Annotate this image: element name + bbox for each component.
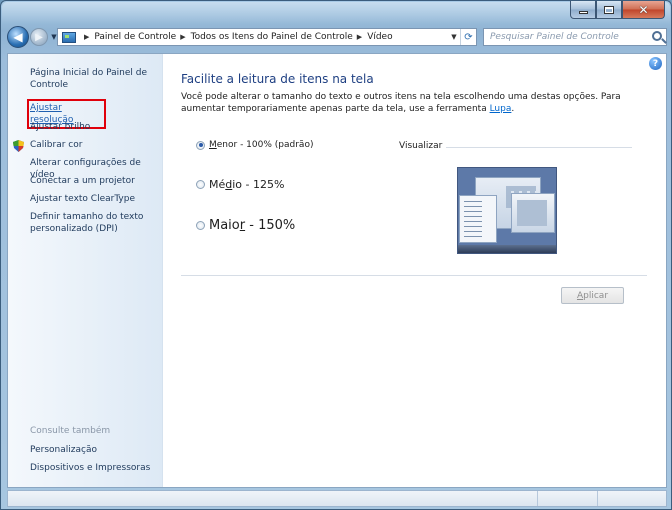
divider	[181, 275, 647, 276]
option-medio-label[interactable]: Médio - 125%	[209, 178, 284, 191]
preview-window	[459, 195, 497, 243]
chevron-right-icon[interactable]: ▶	[180, 33, 185, 41]
preview-image	[457, 167, 557, 254]
status-bar	[7, 490, 667, 507]
page-title: Facilite a leitura de itens na tela	[181, 72, 374, 86]
preview-window-content	[517, 200, 547, 226]
option-maior-label[interactable]: Maior - 150%	[209, 218, 295, 233]
option-menor-post: enor - 100% (padrão)	[216, 140, 314, 150]
option-menor-label[interactable]: Menor - 100% (padrão)	[209, 140, 313, 150]
maximize-button[interactable]	[596, 1, 622, 19]
address-bar-controls: ▼ ⟳	[448, 29, 476, 45]
preview-text-lines	[464, 201, 482, 237]
preview-window	[511, 193, 555, 233]
option-menor-accel: M	[209, 140, 217, 150]
description-text: Você pode alterar o tamanho do texto e o…	[181, 92, 621, 114]
sidebar-item-ajustar-brilho[interactable]: Ajustar brilho	[30, 121, 160, 133]
minimize-button[interactable]	[570, 1, 596, 19]
option-medio[interactable]: Médio - 125%	[196, 178, 284, 191]
chevron-right-icon[interactable]: ▶	[357, 33, 362, 41]
option-medio-post: io - 125%	[232, 178, 285, 191]
refresh-icon[interactable]: ⟳	[460, 29, 476, 45]
apply-button-label: plicar	[583, 290, 609, 301]
content-area: Página Inicial do Painel de Controle Aju…	[7, 53, 667, 488]
breadcrumb-video[interactable]: Vídeo	[367, 32, 392, 42]
description: Você pode alterar o tamanho do texto e o…	[181, 91, 641, 115]
lupa-link[interactable]: Lupa	[490, 104, 512, 114]
option-medio-pre: Mé	[209, 178, 226, 191]
address-bar[interactable]: ▶ Painel de Controle ▶ Todos os Itens do…	[57, 28, 477, 46]
caption-buttons: ✕	[570, 1, 665, 19]
window: ✕ ◀ ▶ ▼ ▶ Painel de Controle ▶ Todos os …	[0, 0, 672, 510]
description-period: .	[511, 104, 515, 114]
sidebar-item-home[interactable]: Página Inicial do Painel de Controle	[30, 67, 160, 91]
sidebar-item-dpi[interactable]: Definir tamanho do texto personalizado (…	[30, 211, 160, 235]
breadcrumb-painel-de-controle[interactable]: Painel de Controle	[94, 32, 176, 42]
breadcrumb-todos-os-itens[interactable]: Todos os Itens do Painel de Controle	[191, 32, 353, 42]
preview-taskbar	[458, 245, 556, 253]
forward-arrow-icon: ▶	[35, 31, 43, 43]
apply-button[interactable]: Aplicar	[561, 287, 624, 304]
status-bar-cell	[538, 491, 598, 506]
option-maior[interactable]: Maior - 150%	[196, 218, 295, 233]
forward-button[interactable]: ▶	[30, 28, 48, 46]
option-menor[interactable]: Menor - 100% (padrão)	[196, 140, 313, 150]
main-panel: ? Facilite a leitura de itens na tela Vo…	[164, 54, 666, 487]
sidebar: Página Inicial do Painel de Controle Aju…	[8, 54, 163, 487]
shield-icon	[13, 140, 24, 152]
address-dropdown-icon[interactable]: ▼	[448, 33, 460, 41]
status-bar-cell	[598, 491, 666, 506]
back-arrow-icon: ◀	[13, 30, 23, 44]
navigation-bar: ◀ ▶ ▼ ▶ Painel de Controle ▶ Todos os It…	[7, 25, 667, 49]
radio-menor[interactable]	[196, 140, 205, 150]
see-also-heading: Consulte também	[30, 426, 111, 436]
option-maior-pre: Maio	[209, 218, 240, 233]
maximize-icon	[604, 5, 614, 14]
chevron-right-icon[interactable]: ▶	[84, 33, 89, 41]
status-bar-cell	[8, 491, 538, 506]
option-maior-post: - 150%	[245, 218, 296, 233]
search-box[interactable]: Pesquisar Painel de Controle	[483, 28, 667, 46]
close-button[interactable]: ✕	[622, 1, 665, 19]
back-button[interactable]: ◀	[7, 26, 29, 48]
close-icon: ✕	[638, 2, 649, 17]
sidebar-item-cleartype[interactable]: Ajustar texto ClearType	[30, 193, 160, 205]
search-icon[interactable]	[652, 31, 662, 41]
control-panel-icon	[62, 31, 76, 43]
sidebar-item-dispositivos[interactable]: Dispositivos e Impressoras	[30, 462, 160, 474]
radio-maior[interactable]	[196, 221, 205, 230]
sidebar-item-personalizacao[interactable]: Personalização	[30, 444, 160, 456]
minimize-icon	[578, 11, 588, 14]
sidebar-item-calibrar-cor[interactable]: Calibrar cor	[30, 139, 160, 151]
search-input[interactable]: Pesquisar Painel de Controle	[490, 32, 619, 42]
help-icon[interactable]: ?	[649, 57, 662, 70]
radio-medio[interactable]	[196, 180, 205, 189]
preview-label: Visualizar	[399, 141, 443, 151]
preview-divider	[446, 147, 632, 148]
sidebar-item-conectar-projetor[interactable]: Conectar a um projetor	[30, 175, 160, 187]
